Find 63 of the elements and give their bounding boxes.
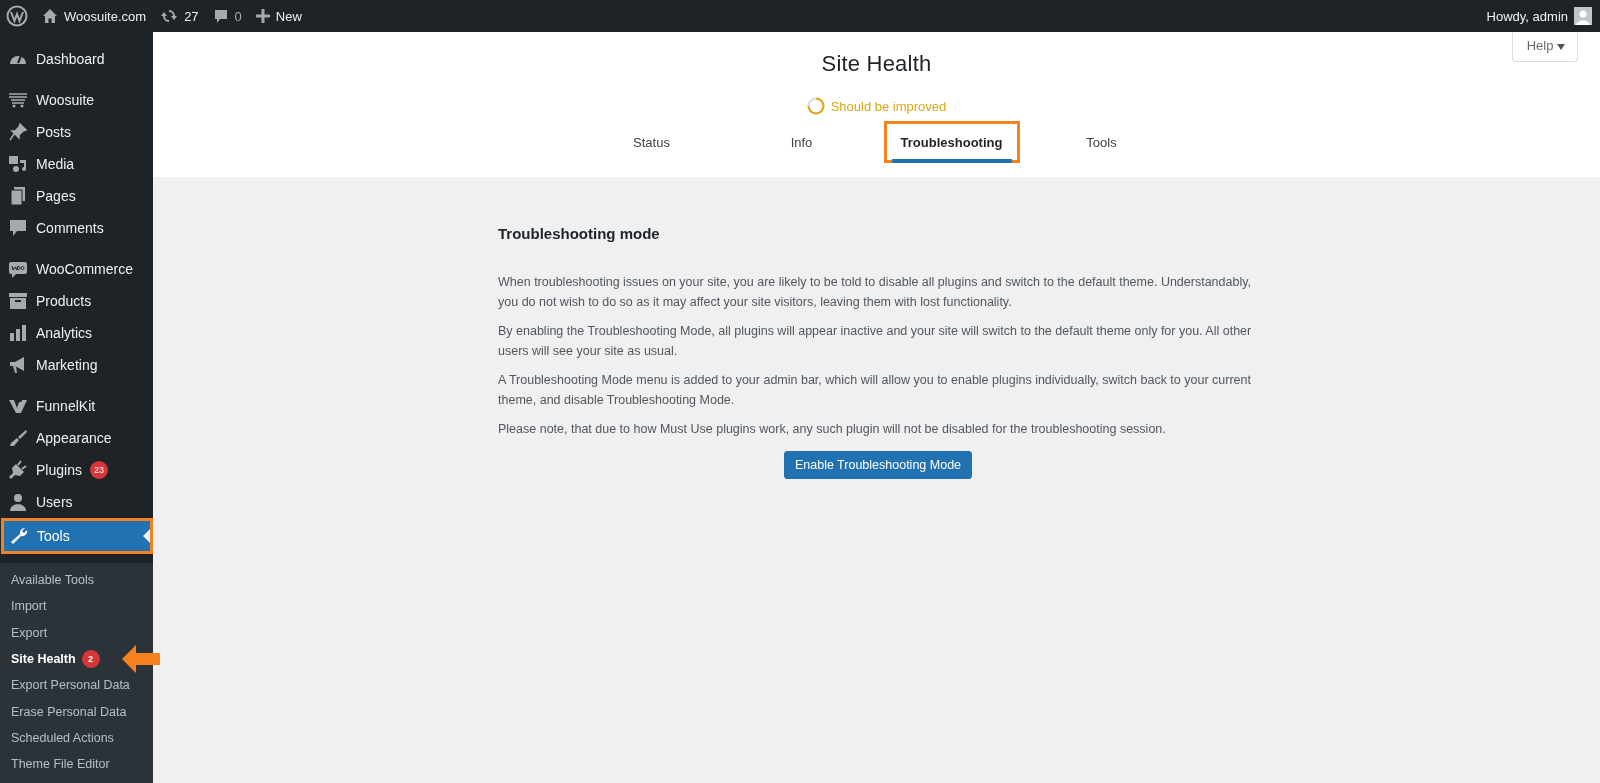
submenu-item[interactable]: Export <box>0 621 48 644</box>
comment-icon[interactable] <box>212 8 229 24</box>
refresh-icon[interactable] <box>160 8 179 24</box>
count-badge: 23 <box>89 461 108 479</box>
sidebar-menu-item[interactable]: Appearance <box>0 422 153 454</box>
submenu-item[interactable]: Erase Personal Data <box>0 700 127 723</box>
submenu-item[interactable]: Scheduled Actions <box>0 726 114 749</box>
comment-icon <box>8 218 28 238</box>
tab[interactable]: Status <box>576 129 727 163</box>
greeting-link[interactable]: Howdy, admin <box>1486 8 1568 24</box>
wordpress-logo-icon[interactable] <box>6 5 28 27</box>
tab[interactable]: Troubleshooting <box>891 129 1012 163</box>
paragraph: By enabling the Troubleshooting Mode, all plugins will appear inactive and your site will switch to the default theme only for you. All other users will see your site as usual. <box>498 323 1253 360</box>
sidebar-menu-item[interactable]: Woosuite <box>0 84 153 116</box>
sidebar-menu-item[interactable]: Analytics <box>0 317 153 349</box>
updates-count[interactable]: 27 <box>184 8 199 24</box>
sidebar-menu-item[interactable]: Tools <box>4 521 150 551</box>
tab[interactable]: Info <box>726 129 877 163</box>
paragraph: Please note, that due to how Must Use plugins work, any such plugin will not be disabled for the troubleshooting session. <box>498 421 1167 438</box>
comments-count[interactable]: 0 <box>234 8 242 24</box>
sidebar-menu-item[interactable]: Comments <box>0 212 153 244</box>
sidebar-menu-item[interactable]: Marketing <box>0 349 153 381</box>
home-icon[interactable] <box>42 8 58 24</box>
enable-troubleshooting-button[interactable]: Enable Troubleshooting Mode <box>783 451 973 479</box>
archive-box-icon <box>8 291 28 311</box>
paintbrush-icon <box>8 428 28 448</box>
current-notch-icon <box>143 529 150 543</box>
new-link[interactable]: New <box>275 8 302 24</box>
sidebar-menu-item[interactable]: WooCommerce <box>0 253 153 285</box>
section-heading: Troubleshooting mode <box>498 225 661 242</box>
plus-icon[interactable] <box>255 9 270 23</box>
submenu-item[interactable]: Site Health 2 <box>0 648 100 671</box>
sidebar-menu-item[interactable]: Plugins 23 <box>0 454 153 486</box>
paragraph: When troubleshooting issues on your site, you are likely to be told to disable all plugins and switch to the default theme. Understandably, you do not wish to do so as it may affect your site visitors, leaving them with lost functionality. <box>498 274 1252 311</box>
site-name-link[interactable]: Woosuite.com <box>64 8 147 24</box>
paragraph: A Troubleshooting Mode menu is added to your admin bar, which will allow you to enable plugins individually, switch back to your current theme, and disable Troubleshooting Mode. <box>498 372 1252 409</box>
submenu-item[interactable]: Available Tools <box>0 569 94 592</box>
page-title: Site Health <box>821 51 932 77</box>
cart-icon <box>8 90 28 110</box>
sidebar-menu-item[interactable]: Dashboard <box>0 43 153 75</box>
sidebar-menu-item[interactable]: Media <box>0 148 153 180</box>
plug-icon <box>8 460 28 480</box>
sidebar-menu-item[interactable]: Users <box>0 486 153 518</box>
wrench-icon <box>9 526 29 546</box>
count-badge: 2 <box>81 650 100 669</box>
pin-icon <box>8 122 28 142</box>
submenu-item[interactable]: Import <box>0 595 47 618</box>
sidebar-menu-item[interactable]: Posts <box>0 116 153 148</box>
submenu-item[interactable]: Export Personal Data <box>0 674 130 697</box>
help-button[interactable]: Help <box>1511 32 1578 62</box>
caret-icon <box>1557 44 1565 50</box>
sidebar-menu-item[interactable]: Pages <box>0 180 153 212</box>
media-icon <box>8 154 28 174</box>
progress-ring-icon <box>806 97 825 115</box>
sidebar-menu-item[interactable]: Products <box>0 285 153 317</box>
submenu-item[interactable]: Theme File Editor <box>0 753 110 776</box>
pages-icon <box>8 186 28 206</box>
health-status-text: Should be improved <box>830 98 947 114</box>
store-icon <box>8 259 28 279</box>
sidebar-menu-item[interactable]: FunnelKit <box>0 390 153 422</box>
user-icon <box>8 492 28 512</box>
bar-chart-icon <box>8 323 28 343</box>
tab[interactable]: Tools <box>1026 129 1177 163</box>
